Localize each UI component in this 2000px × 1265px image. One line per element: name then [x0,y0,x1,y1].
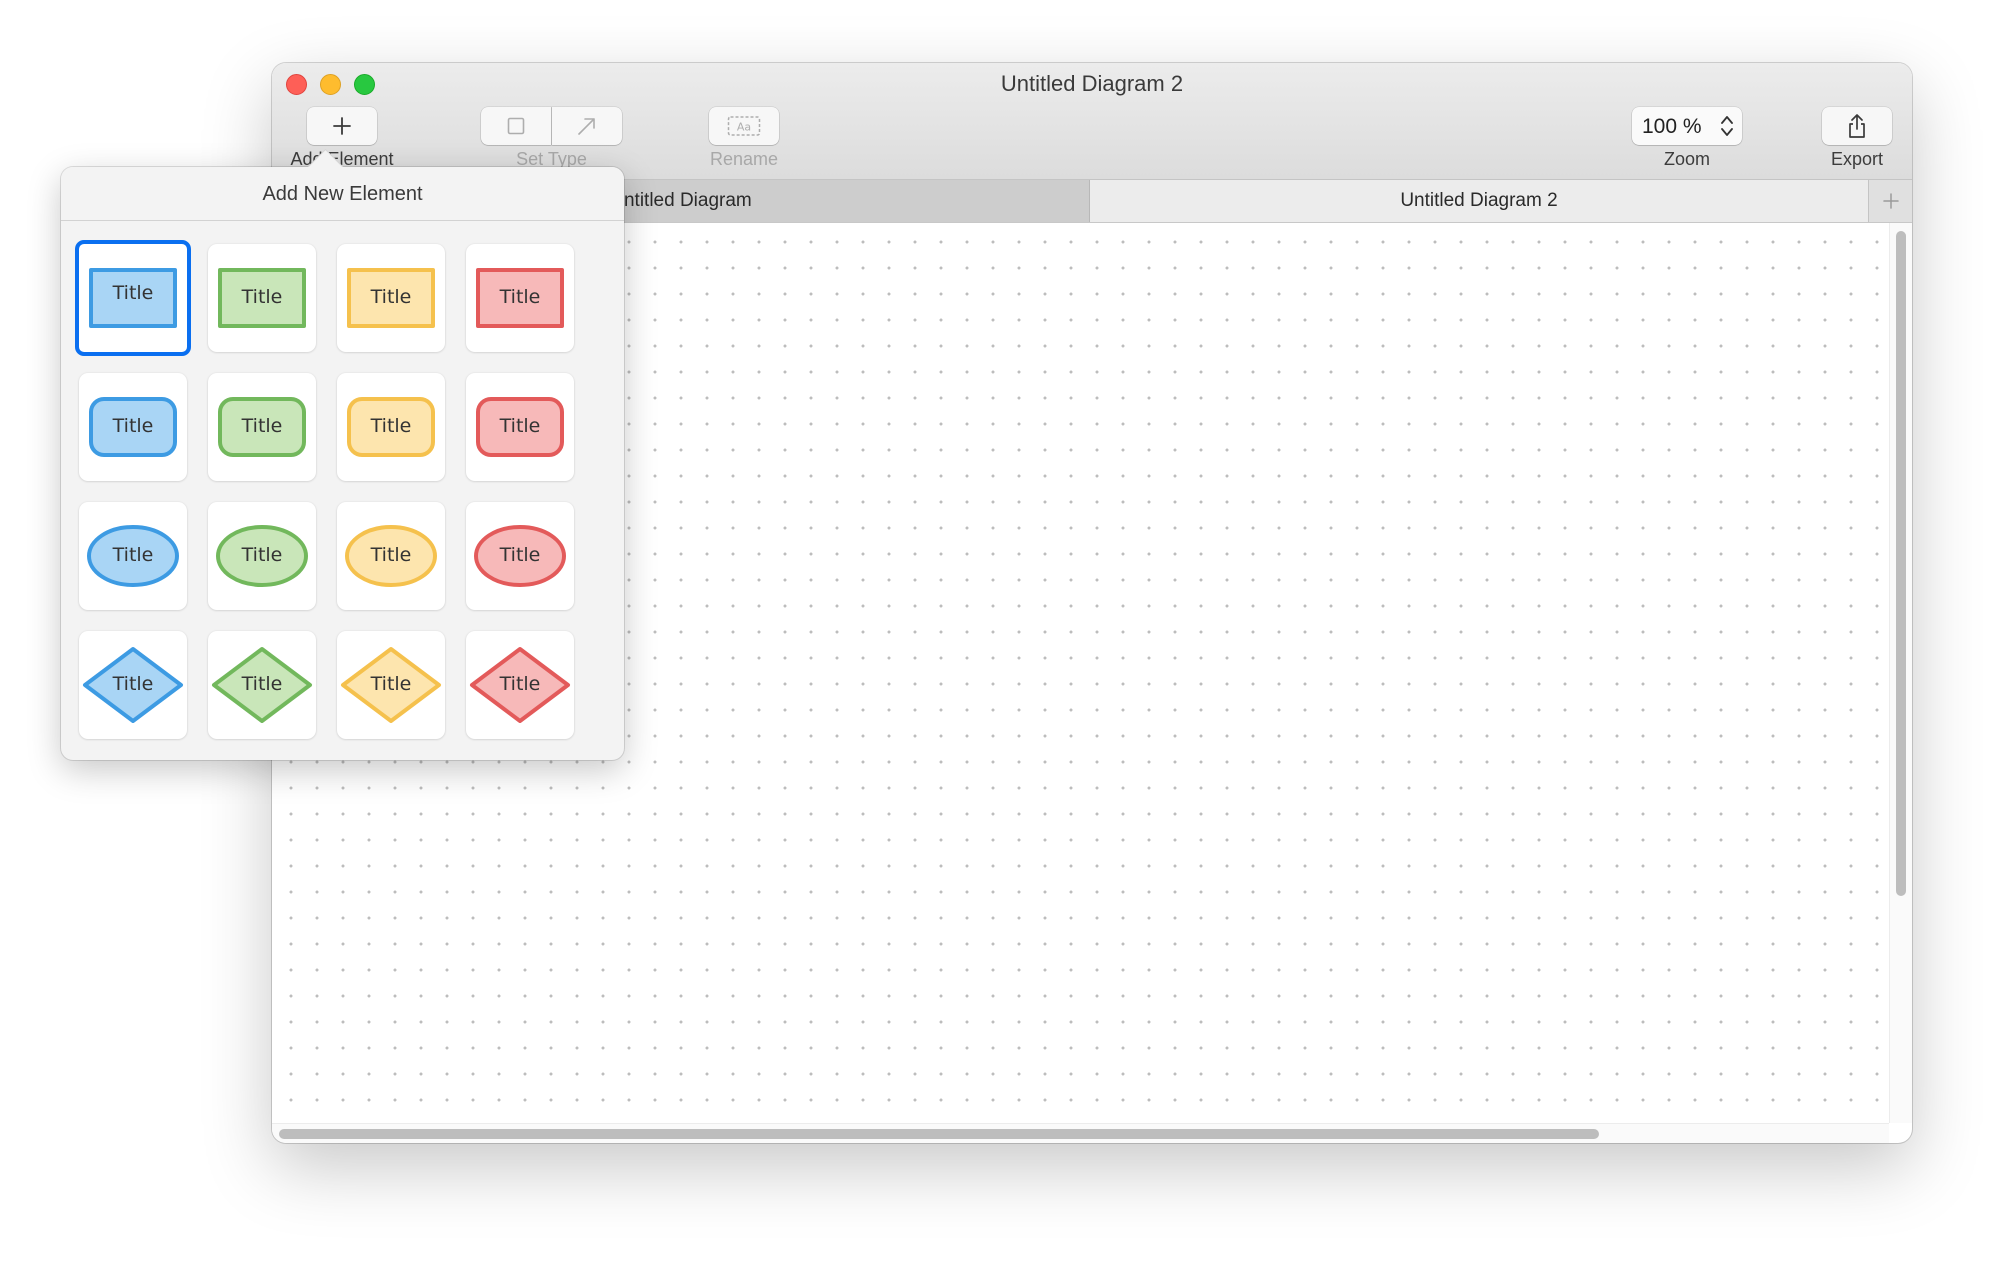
up-down-chevron-icon[interactable] [1720,114,1734,138]
rename-text-icon: Aa [727,116,761,136]
rounded-rectangle-blue-shape-option[interactable]: Title [79,373,187,481]
svg-text:Aa: Aa [737,121,751,134]
export-button[interactable] [1822,107,1892,145]
rename-label: Rename [709,149,779,169]
ellipse-icon [87,525,179,587]
popover-header: Add New Element [61,167,624,221]
square-icon [507,117,525,135]
zoom-label: Zoom [1663,149,1710,169]
rounded-rectangle-green-shape-option[interactable]: Title [208,373,316,481]
shape-grid: Title Title Title Title Title Title Title Title… [61,221,624,760]
zoom-stepper[interactable]: 100 % [1632,107,1742,145]
ellipse-icon [345,525,437,587]
rectangle-icon [476,268,564,328]
tab-label: Untitled Diagram 2 [1400,190,1558,211]
rectangle-yellow-shape-option[interactable]: Title [337,244,445,352]
rounded-rectangle-yellow-shape-option[interactable]: Title [337,373,445,481]
ellipse-red-shape-option[interactable]: Title [466,502,574,610]
rounded-rectangle-red-shape-option[interactable]: Title [466,373,574,481]
diamond-icon [212,647,312,723]
set-type-arrow-button[interactable] [552,107,622,145]
horizontal-scrollbar[interactable] [272,1123,1889,1143]
vertical-scroll-thumb[interactable] [1896,231,1906,896]
diamond-red-shape-option[interactable]: Title [466,631,574,739]
rectangle-icon [347,268,435,328]
titlebar-toolbar: Untitled Diagram 2 Add Element Set Type … [272,63,1912,180]
rename-button[interactable]: Aa [709,107,779,145]
ellipse-icon [474,525,566,587]
share-icon [1849,114,1865,138]
horizontal-scroll-thumb[interactable] [279,1129,1599,1139]
plus-icon [1882,193,1899,209]
popover-title: Add New Element [262,183,423,205]
ellipse-blue-shape-option[interactable]: Title [79,502,187,610]
diamond-green-shape-option[interactable]: Title [208,631,316,739]
rectangle-icon [218,268,306,328]
ellipse-yellow-shape-option[interactable]: Title [337,502,445,610]
rounded-rectangle-icon [476,397,564,457]
ellipse-icon [216,525,308,587]
window-title: Untitled Diagram 2 [1000,71,1184,96]
tab-untitled-diagram-2[interactable]: Untitled Diagram 2 [1090,180,1868,222]
add-element-button[interactable] [307,107,377,145]
rectangle-green-shape-option[interactable]: Title [208,244,316,352]
zoom-value: 100 % [1642,115,1702,138]
add-element-popover: Add New Element Title Title Title Title Titl… [61,148,624,760]
new-tab-button[interactable] [1868,180,1912,222]
diamond-icon [470,647,570,723]
rounded-rectangle-icon [89,397,177,457]
diamond-icon [83,647,183,723]
arrow-diagonal-icon [578,118,595,135]
export-label: Export [1830,149,1884,169]
plus-icon [333,117,351,135]
rounded-rectangle-icon [218,397,306,457]
ellipse-green-shape-option[interactable]: Title [208,502,316,610]
diamond-icon [341,647,441,723]
rectangle-red-shape-option[interactable]: Title [466,244,574,352]
diamond-blue-shape-option[interactable]: Title [79,631,187,739]
diamond-yellow-shape-option[interactable]: Title [337,631,445,739]
rectangle-icon [89,268,177,328]
set-type-box-button[interactable] [481,107,551,145]
vertical-scrollbar[interactable] [1889,223,1912,1123]
rounded-rectangle-icon [347,397,435,457]
rectangle-blue-shape-option[interactable]: Title [75,240,191,356]
